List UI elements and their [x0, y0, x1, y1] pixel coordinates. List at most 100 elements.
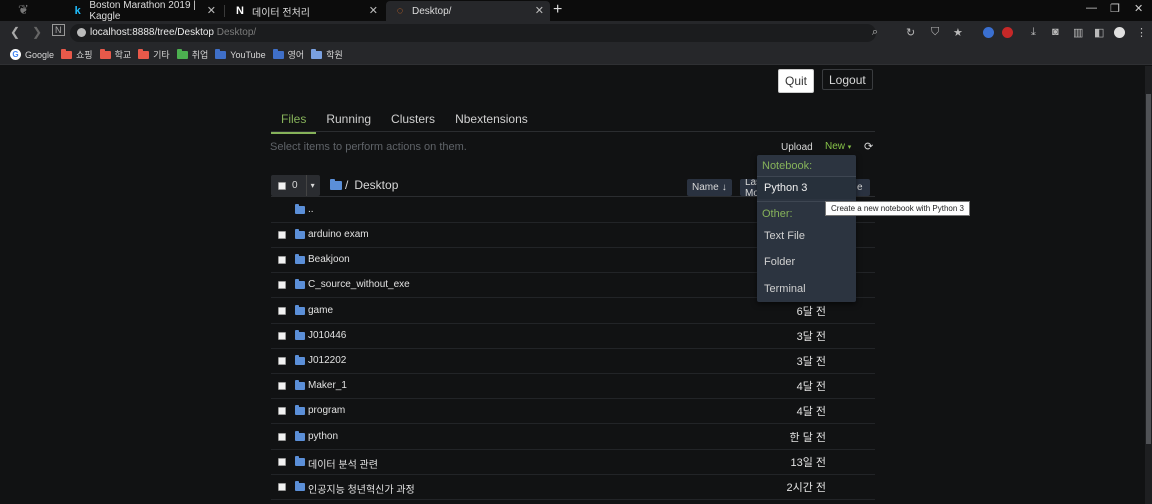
info-icon[interactable]: [77, 28, 86, 37]
extension-icon[interactable]: [983, 27, 994, 38]
select-all-control[interactable]: 0 ▾: [271, 175, 320, 196]
reload-icon[interactable]: ↻: [906, 26, 915, 39]
bookmark-label: 학원: [326, 50, 343, 60]
sort-name-button[interactable]: Name ↓: [687, 179, 732, 196]
jupyter-icon: ◌: [396, 5, 404, 17]
item-name[interactable]: Beakjoon: [308, 254, 350, 265]
bookmark-folder[interactable]: 영어: [272, 48, 304, 61]
bookmark-label: 기타: [153, 50, 170, 60]
bookmark-folder[interactable]: 취업: [176, 48, 208, 61]
row-checkbox[interactable]: [278, 281, 286, 289]
row-checkbox[interactable]: [278, 483, 286, 491]
menu-item-folder[interactable]: Folder: [764, 256, 795, 268]
restore-icon[interactable]: ❐: [1110, 2, 1120, 15]
back-icon[interactable]: ❮: [10, 25, 20, 39]
row-checkbox[interactable]: [278, 307, 286, 315]
row-checkbox[interactable]: [278, 231, 286, 239]
row-checkbox[interactable]: [278, 458, 286, 466]
extension-red-icon[interactable]: [1002, 27, 1013, 38]
close-icon[interactable]: ✕: [535, 4, 544, 17]
row-checkbox[interactable]: [278, 433, 286, 441]
row-checkbox[interactable]: [278, 256, 286, 264]
list-item[interactable]: Maker_1 4달 전: [271, 374, 875, 399]
new-menu: Notebook: Python 3 Other: Text File Fold…: [757, 155, 856, 302]
list-item[interactable]: 데이터 분석 관련 13일 전: [271, 450, 875, 475]
close-window-icon[interactable]: ✕: [1134, 2, 1143, 15]
arrow-down-icon: ↓: [721, 182, 727, 193]
tab-jupyter[interactable]: ◌ Desktop/ ✕: [386, 1, 550, 21]
url-text[interactable]: localhost:8888/tree/Desktop Desktop/: [90, 27, 256, 38]
selected-count: 0: [292, 180, 298, 191]
star-icon[interactable]: ★: [953, 26, 963, 39]
download-icon[interactable]: ⤓: [1031, 26, 1036, 39]
new-button[interactable]: New ▾: [825, 141, 851, 152]
item-name[interactable]: ..: [308, 204, 314, 215]
bookmark-folder[interactable]: 쇼핑: [61, 48, 93, 61]
reading-list-icon[interactable]: ▥: [1073, 26, 1083, 39]
item-name[interactable]: 데이터 분석 관련: [308, 456, 378, 471]
shield-icon[interactable]: ⛉: [931, 26, 939, 39]
bookmark-google[interactable]: G Google: [0, 49, 54, 60]
camera-icon[interactable]: ◙: [1052, 26, 1059, 38]
menu-item-text-file[interactable]: Text File: [764, 230, 805, 242]
list-item[interactable]: game 6달 전: [271, 299, 875, 324]
sidebar-icon[interactable]: ◧: [1094, 26, 1104, 39]
menu-item-python3[interactable]: Python 3: [757, 177, 856, 199]
folder-icon: [295, 405, 305, 415]
item-name[interactable]: C_source_without_exe: [308, 279, 410, 290]
avatar[interactable]: [1114, 27, 1125, 38]
item-name[interactable]: python: [308, 431, 338, 442]
folder-icon: [99, 48, 111, 59]
close-icon[interactable]: ✕: [369, 4, 378, 17]
upload-button[interactable]: Upload: [781, 142, 813, 153]
list-item[interactable]: J010446 3달 전: [271, 324, 875, 349]
item-name[interactable]: program: [308, 405, 345, 416]
address-bar[interactable]: localhost:8888/tree/Desktop Desktop/ ⌕: [70, 24, 878, 42]
breadcrumb-separator: /: [345, 178, 349, 192]
menu-icon[interactable]: ⋮: [1136, 26, 1147, 39]
folder-icon[interactable]: [330, 178, 342, 190]
item-modified: 13일 전: [790, 457, 826, 469]
list-item[interactable]: J012202 3달 전: [271, 349, 875, 374]
row-checkbox[interactable]: [278, 357, 286, 365]
browser-tab-strip: ❦ k Boston Marathon 2019 | Kaggle ✕ N 데이…: [0, 0, 1152, 22]
item-name[interactable]: game: [308, 305, 333, 316]
item-name[interactable]: 인공지능 청년혁신가 과정: [308, 481, 415, 496]
scrollbar-thumb[interactable]: [1146, 94, 1151, 444]
quit-button[interactable]: Quit: [778, 69, 815, 93]
bookmark-folder[interactable]: 기타: [138, 48, 170, 61]
new-tab-icon[interactable]: +: [553, 1, 562, 19]
bookmark-folder[interactable]: 학원: [311, 48, 343, 61]
refresh-icon[interactable]: ⟳: [864, 140, 873, 153]
menu-item-terminal[interactable]: Terminal: [764, 283, 806, 295]
zoom-icon[interactable]: ⌕: [872, 26, 878, 39]
logout-button[interactable]: Logout: [822, 69, 873, 90]
close-icon[interactable]: ✕: [207, 4, 216, 17]
tab-notion[interactable]: N 데이터 전처리 ✕: [226, 1, 384, 21]
item-name[interactable]: J012202: [308, 355, 346, 366]
select-all-checkbox[interactable]: [278, 181, 286, 190]
tab-kaggle[interactable]: k Boston Marathon 2019 | Kaggle ✕: [62, 0, 222, 22]
jupyter-page: Quit Logout Files Running Clusters Nbext…: [0, 66, 1145, 504]
folder-icon: [176, 48, 188, 59]
forward-icon[interactable]: ❯: [32, 25, 42, 39]
bookmark-youtube[interactable]: YouTube: [215, 48, 266, 60]
item-name[interactable]: Maker_1: [308, 380, 347, 391]
list-item[interactable]: python 한 달 전: [271, 425, 875, 450]
breadcrumb-desktop[interactable]: Desktop: [354, 178, 398, 192]
scrollbar[interactable]: [1145, 66, 1152, 504]
item-name[interactable]: J010446: [308, 330, 346, 341]
row-checkbox[interactable]: [278, 332, 286, 340]
tab-search-icon[interactable]: ❦: [18, 2, 29, 18]
caret-down-icon[interactable]: ▾: [305, 175, 315, 196]
list-item[interactable]: 인공지능 청년혁신가 과정 2시간 전: [271, 475, 875, 500]
list-item[interactable]: program 4달 전: [271, 399, 875, 424]
item-name[interactable]: arduino exam: [308, 229, 369, 240]
reader-icon[interactable]: N: [52, 24, 65, 36]
bookmark-folder[interactable]: 학교: [99, 48, 131, 61]
row-checkbox[interactable]: [278, 382, 286, 390]
menu-header-other: Other:: [762, 208, 793, 220]
minimize-icon[interactable]: —: [1086, 2, 1097, 14]
row-checkbox[interactable]: [278, 407, 286, 415]
folder-icon: [311, 48, 323, 59]
